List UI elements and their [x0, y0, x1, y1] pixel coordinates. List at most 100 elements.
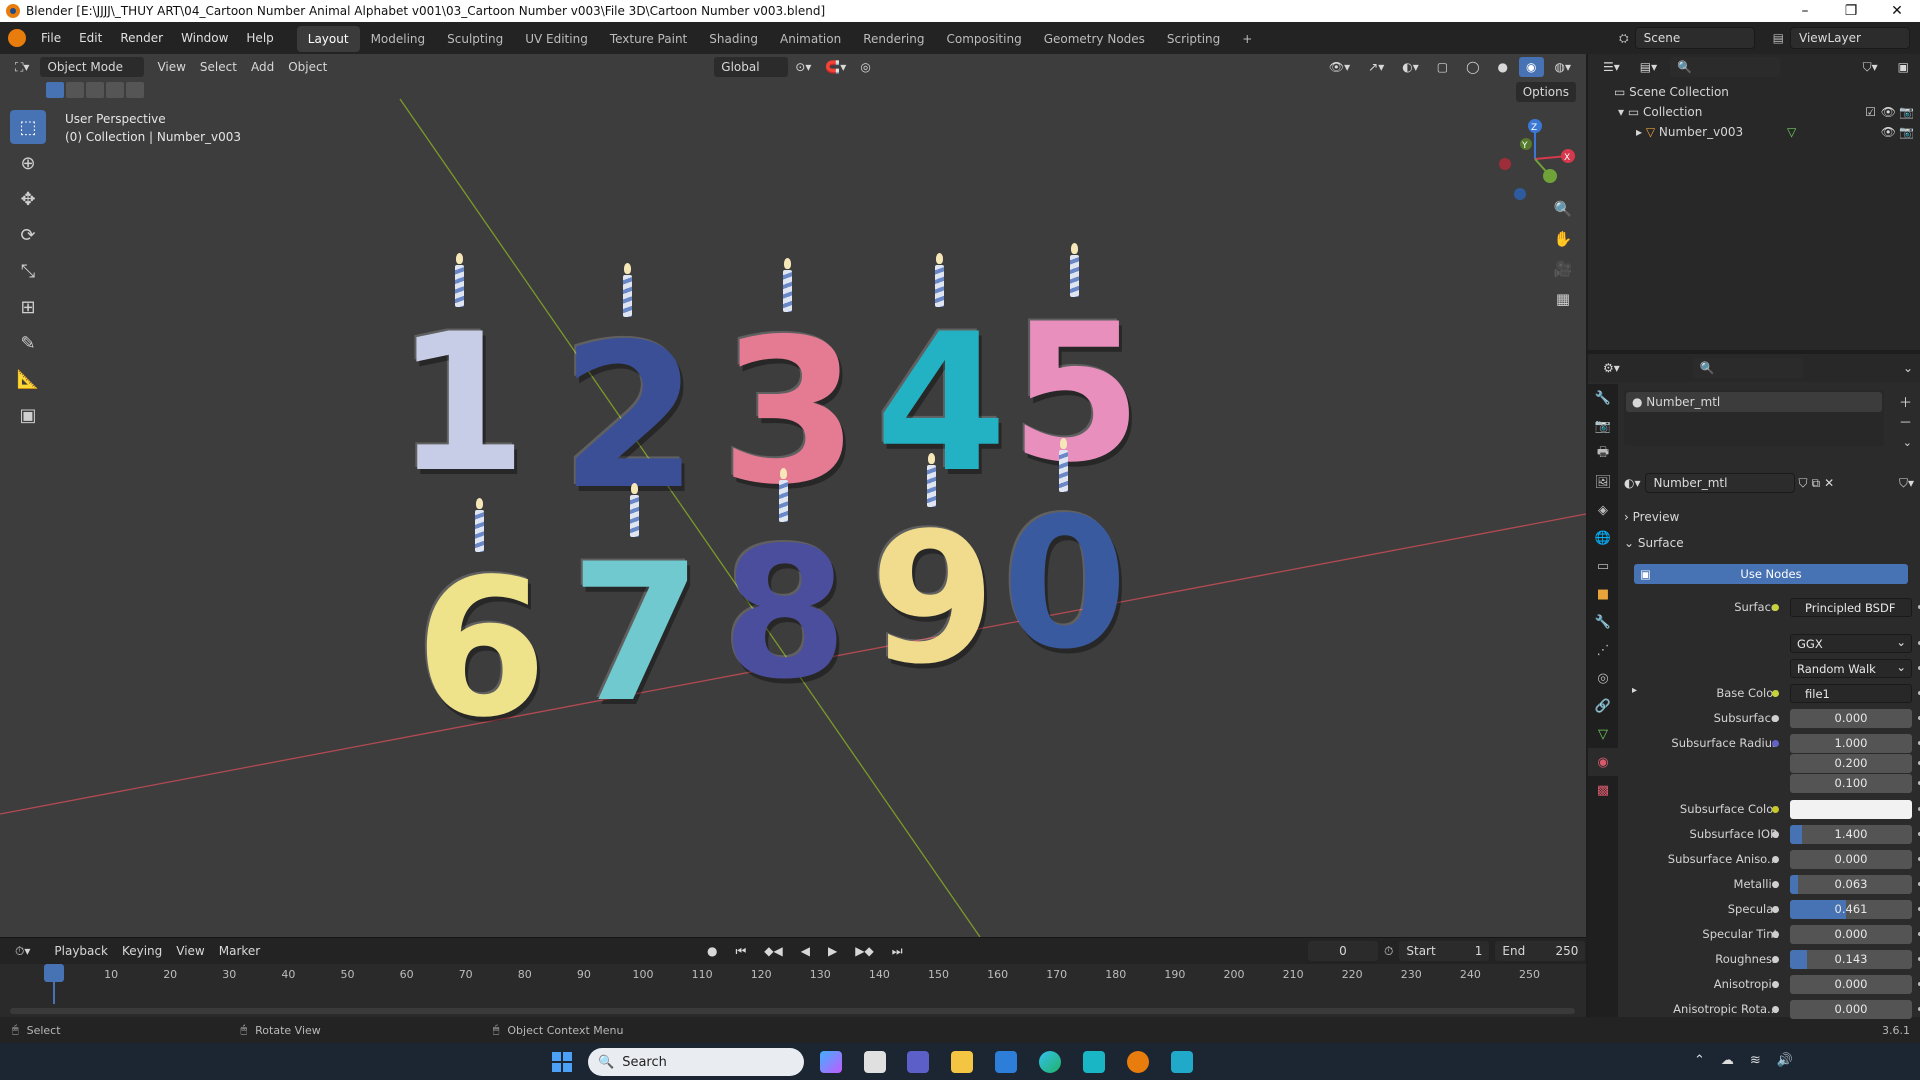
output-tab-icon[interactable]: 🖶 [1588, 440, 1618, 468]
number-0-object[interactable]: 0 [1002, 438, 1128, 684]
constraints-tab-icon[interactable]: 🔗 [1588, 692, 1618, 720]
physics-tab-icon[interactable]: ◎ [1588, 664, 1618, 692]
property-slider[interactable]: 0.000 [1790, 1000, 1912, 1019]
copilot-icon[interactable] [820, 1051, 842, 1073]
measure-tool-icon[interactable]: 📐 [10, 362, 46, 396]
number-6-object[interactable]: 6 [415, 498, 547, 754]
tab-compositing[interactable]: Compositing [935, 26, 1032, 52]
socket-icon[interactable] [1772, 1006, 1779, 1013]
jump-keyframe-back-icon[interactable]: ◆◀ [757, 941, 789, 961]
property-slider[interactable]: 0.000 [1790, 850, 1912, 869]
properties-search[interactable]: 🔍 [1692, 358, 1803, 378]
timeline-editor-type-icon[interactable]: ⏱▾ [8, 941, 37, 961]
menu-playback[interactable]: Playback [47, 941, 115, 961]
view-layer-tab-icon[interactable]: 🖼 [1588, 468, 1618, 496]
zoom-icon[interactable]: 🔍 [1550, 196, 1576, 222]
wifi-icon[interactable]: ≋ [1750, 1053, 1761, 1068]
stopwatch-icon[interactable]: ⏱ [1384, 944, 1393, 959]
start-frame-field[interactable]: Start 1 [1399, 941, 1490, 961]
menu-edit[interactable]: Edit [70, 22, 111, 54]
menu-help[interactable]: Help [237, 22, 282, 54]
minimize-button[interactable]: – [1782, 3, 1828, 19]
color-swatch[interactable] [1790, 800, 1912, 819]
tab-uv-editing[interactable]: UV Editing [514, 26, 599, 52]
material-link-icon[interactable]: ⛉▾ [1899, 476, 1914, 491]
render-tab-icon[interactable]: 📷 [1588, 412, 1618, 440]
properties-options-icon[interactable]: ⌄ [1896, 358, 1920, 378]
menu-marker[interactable]: Marker [212, 941, 267, 961]
socket-icon[interactable] [1772, 906, 1779, 913]
property-slider[interactable]: 1.000 [1790, 734, 1912, 753]
record-icon[interactable]: ● [700, 941, 724, 961]
scale-tool-icon[interactable]: ⤡ [10, 254, 46, 288]
tab-modeling[interactable]: Modeling [360, 26, 437, 52]
move-tool-icon[interactable]: ✥ [10, 182, 46, 216]
collection-visibility-icon[interactable]: 👁 [1881, 102, 1896, 122]
material-slot[interactable]: ● Number_mtl [1626, 392, 1882, 412]
tab-geometry-nodes[interactable]: Geometry Nodes [1033, 26, 1156, 52]
tray-chevron-icon[interactable]: ⌃ [1694, 1053, 1705, 1068]
viewlayer-selector[interactable]: ViewLayer [1790, 27, 1910, 49]
socket-icon[interactable] [1772, 740, 1779, 747]
perspective-toggle-icon[interactable]: ▦ [1550, 286, 1576, 312]
particles-tab-icon[interactable]: ⋰ [1588, 636, 1618, 664]
outliner-editor-type-icon[interactable]: ☰▾ [1596, 57, 1627, 77]
maya-icon[interactable] [1083, 1051, 1105, 1073]
transform-tool-icon[interactable]: ⊞ [10, 290, 46, 324]
property-link-field[interactable]: file1 [1790, 684, 1912, 703]
tab-shading[interactable]: Shading [698, 26, 769, 52]
menu-render[interactable]: Render [111, 22, 172, 54]
scene-tab-icon[interactable]: ◈ [1588, 496, 1618, 524]
browse-material-icon[interactable]: ◐▾ [1624, 476, 1641, 490]
windows-start-icon[interactable] [552, 1052, 572, 1072]
annotate-tool-icon[interactable]: ✎ [10, 326, 46, 360]
property-slider[interactable]: 0.200 [1790, 754, 1912, 773]
playhead[interactable] [44, 964, 64, 982]
number-3-object[interactable]: 3 [720, 258, 859, 524]
property-slider[interactable]: 0.461 [1790, 900, 1912, 919]
collection-checkbox-icon[interactable]: ☑ [1865, 102, 1876, 122]
object-expand-icon[interactable]: ▸ [1636, 125, 1646, 139]
duplicate-material-icon[interactable]: ⧉ [1812, 476, 1821, 491]
add-cube-tool-icon[interactable]: ▣ [10, 398, 46, 432]
tab-sculpting[interactable]: Sculpting [436, 26, 514, 52]
socket-icon[interactable] [1772, 856, 1779, 863]
outliner-search[interactable]: 🔍 [1670, 57, 1781, 77]
tab-animation[interactable]: Animation [769, 26, 852, 52]
property-slider[interactable]: 0.000 [1790, 975, 1912, 994]
expand-arrow-icon[interactable]: ▸ [1632, 685, 1637, 696]
tab-layout[interactable]: Layout [296, 26, 360, 52]
property-slider[interactable]: 0.000 [1790, 709, 1912, 728]
tool-tab-icon[interactable]: 🔧 [1588, 384, 1618, 412]
object-render-icon[interactable]: 📷 [1899, 122, 1914, 142]
filter-icon[interactable]: ⛉▾ [1856, 57, 1885, 77]
tab-scripting[interactable]: Scripting [1156, 26, 1231, 52]
navigation-gizmo[interactable]: Z X Y [1490, 114, 1580, 204]
menu-timeline-view[interactable]: View [169, 941, 211, 961]
object-row[interactable]: ▸ ▽ Number_v003 ▽ 👁 📷 [1588, 122, 1920, 142]
jump-end-icon[interactable]: ⏭ [885, 941, 910, 961]
property-link-field[interactable]: Principled BSDF [1790, 598, 1912, 617]
number-5-object[interactable]: 5 [1010, 243, 1142, 499]
collection-tab-icon[interactable]: ▭ [1588, 552, 1618, 580]
property-dropdown[interactable]: Random Walk ⌄ [1790, 659, 1912, 678]
socket-icon[interactable] [1772, 956, 1779, 963]
tab-texture-paint[interactable]: Texture Paint [599, 26, 698, 52]
number-9-object[interactable]: 9 [870, 453, 996, 699]
socket-icon[interactable] [1772, 604, 1779, 611]
end-frame-field[interactable]: End 250 [1495, 941, 1586, 961]
blender-taskbar-icon[interactable] [1127, 1051, 1149, 1073]
socket-icon[interactable] [1772, 981, 1779, 988]
timeline-scrollbar[interactable] [10, 1008, 1575, 1014]
timeline-ruler[interactable]: 0102030405060708090100110120130140150160… [0, 964, 1586, 1018]
pan-hand-icon[interactable]: ✋ [1550, 226, 1576, 252]
texture-tab-icon[interactable]: ▩ [1588, 776, 1618, 804]
rotate-tool-icon[interactable]: ⟳ [10, 218, 46, 252]
play-icon[interactable]: ▶ [821, 941, 844, 961]
fake-user-icon[interactable]: ⛉ [1799, 476, 1808, 491]
number-2-object[interactable]: 2 [560, 263, 699, 529]
number-7-object[interactable]: 7 [570, 483, 702, 739]
teams-icon[interactable] [907, 1051, 929, 1073]
current-frame-field[interactable]: 0 [1308, 941, 1378, 961]
object-tab-icon[interactable]: ■ [1588, 580, 1618, 608]
